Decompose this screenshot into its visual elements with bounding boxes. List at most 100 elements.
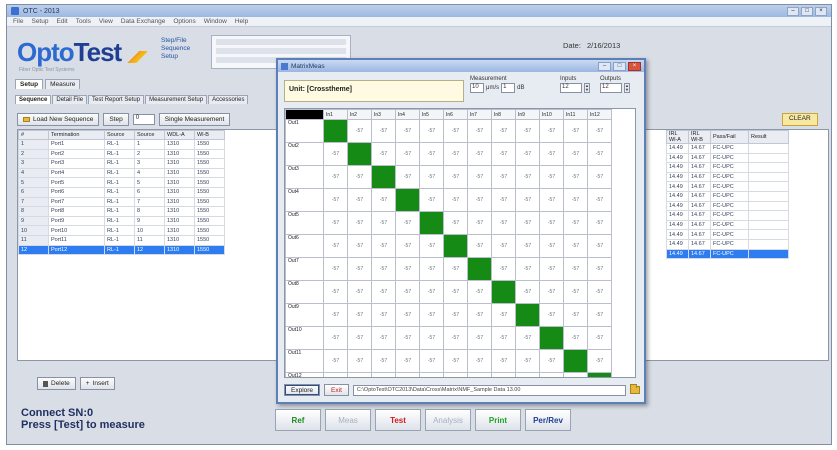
column-header[interactable]: IRL Wl-B [688,130,711,144]
matrix-cell[interactable]: -57 [539,257,564,281]
matrix-cell[interactable]: -57 [323,188,348,212]
matrix-cell[interactable]: -57 [587,280,612,304]
matrix-cell[interactable]: -57 [515,280,540,304]
matrix-cell[interactable]: -57 [419,257,444,281]
matrix-cell[interactable]: -57 [515,372,540,377]
table-row[interactable]: 9 Port9 RL-1 9 1310 1550 [18,215,225,227]
matrix-cell[interactable]: -57 [443,165,468,189]
matrix-cell[interactable]: -57 [347,372,372,377]
matrix-cell[interactable]: -57 [443,349,468,373]
table-row[interactable]: 7 Port7 RL-1 7 1310 1550 [18,196,225,208]
matrix-cell[interactable]: -57 [587,142,612,166]
matrix-cell[interactable]: -57 [515,165,540,189]
table-row[interactable]: 5 Port5 RL-1 5 1310 1550 [18,177,225,188]
matrix-cell[interactable]: -57 [371,349,396,373]
matrix-cell[interactable]: -57 [587,119,612,143]
matrix-cell[interactable]: -57 [323,326,348,350]
matrix-cell[interactable]: -57 [587,349,612,373]
dialog-close-icon[interactable]: × [628,61,641,71]
matrix-cell[interactable]: -57 [443,119,468,143]
matrix-cell[interactable]: -57 [467,188,492,212]
matrix-cell[interactable]: -57 [539,372,564,377]
matrix-cell[interactable]: -57 [491,326,516,350]
close-icon[interactable]: × [815,6,827,16]
matrix-diagonal-cell[interactable] [395,188,420,212]
menu-item-window[interactable]: Window [204,18,227,25]
matrix-cell[interactable]: -57 [419,326,444,350]
matrix-cell[interactable]: -57 [371,119,396,143]
matrix-cell[interactable]: -57 [515,211,540,235]
header-link-stepfile[interactable]: Step/File [161,37,190,45]
table-row[interactable]: 6 Port6 RL-1 6 1310 1550 [18,186,225,198]
matrix-cell[interactable]: -57 [515,119,540,143]
table-row[interactable]: 14.49 14.67 FC-UPC [666,219,789,231]
matrix-cell[interactable]: -57 [491,257,516,281]
matrix-cell[interactable]: -57 [419,119,444,143]
matrix-cell[interactable]: -57 [443,142,468,166]
inputs-spinner-icon[interactable]: ▲ ▼ [584,83,590,93]
matrix-cell[interactable]: -57 [539,349,564,373]
matrix-cell[interactable]: -57 [443,280,468,304]
matrix-cell[interactable]: -57 [563,211,588,235]
subtab-measurement-setup[interactable]: Measurement Setup [145,95,208,104]
matrix-cell[interactable]: -57 [371,188,396,212]
inputs-count-input[interactable]: 12 [560,83,582,93]
matrix-cell[interactable]: -57 [395,372,420,377]
matrix-cell[interactable]: -57 [395,280,420,304]
matrix-cell[interactable]: -57 [467,165,492,189]
matrix-cell[interactable]: -57 [491,211,516,235]
menu-item-file[interactable]: File [13,18,23,25]
matrix-cell[interactable]: -57 [563,257,588,281]
matrix-cell[interactable]: -57 [491,119,516,143]
header-link-sequence[interactable]: Sequence [161,45,190,53]
menu-item-view[interactable]: View [99,18,113,25]
clear-button[interactable]: CLEAR [782,113,818,126]
subtab-accessories[interactable]: Accessories [208,95,249,104]
matrix-cell[interactable]: -57 [563,303,588,327]
matrix-cell[interactable]: -57 [491,303,516,327]
matrix-cell[interactable]: -57 [323,142,348,166]
matrix-cell[interactable]: -57 [395,303,420,327]
matrix-cell[interactable]: -57 [539,165,564,189]
matrix-diagonal-cell[interactable] [443,234,468,258]
dialog-minimize-icon[interactable]: – [598,61,611,71]
outputs-count-input[interactable]: 12 [600,83,622,93]
table-row[interactable]: 14.49 14.67 FC-UPC [666,210,789,221]
header-link-setup[interactable]: Setup [161,53,190,61]
matrix-cell[interactable]: -57 [347,165,372,189]
matrix-cell[interactable]: -57 [371,372,396,377]
matrix-cell[interactable]: -57 [491,234,516,258]
matrix-cell[interactable]: -57 [539,142,564,166]
matrix-cell[interactable]: -57 [395,234,420,258]
column-header[interactable]: Source [104,130,135,140]
matrix-cell[interactable]: -57 [563,142,588,166]
table-row[interactable]: 1 Port1 RL-1 1 1310 1550 [18,139,225,150]
matrix-cell[interactable]: -57 [395,165,420,189]
matrix-cell[interactable]: -57 [347,326,372,350]
matrix-cell[interactable]: -57 [563,372,588,377]
insert-row-button[interactable]: + Insert [79,377,115,390]
dialog-maximize-icon[interactable]: □ [613,61,626,71]
matrix-cell[interactable]: -57 [395,257,420,281]
matrix-cell[interactable]: -57 [539,119,564,143]
matrix-cell[interactable]: -57 [395,211,420,235]
matrix-cell[interactable]: -57 [371,326,396,350]
matrix-cell[interactable]: -57 [371,142,396,166]
table-row[interactable]: 14.49 14.67 FC-UPC [666,190,789,202]
matrix-cell[interactable]: -57 [587,303,612,327]
matrix-cell[interactable]: -57 [467,142,492,166]
table-row[interactable]: 3 Port3 RL-1 3 1310 1550 [18,158,225,169]
matrix-cell[interactable]: -57 [347,188,372,212]
tab-measure[interactable]: Measure [45,79,81,89]
matrix-cell[interactable]: -57 [539,303,564,327]
table-row[interactable]: 4 Port4 RL-1 4 1310 1550 [18,167,225,179]
matrix-cell[interactable]: -57 [347,234,372,258]
browse-folder-icon[interactable] [630,384,640,394]
matrix-diagonal-cell[interactable] [467,257,492,281]
analysis-button[interactable]: Analysis [425,409,471,431]
column-header[interactable]: # [18,130,49,140]
matrix-cell[interactable]: -57 [587,165,612,189]
matrix-cell[interactable]: -57 [515,142,540,166]
subtab-test-report-setup[interactable]: Test Report Setup [88,95,145,104]
table-row[interactable]: 14.49 14.67 FC-UPC [666,143,789,154]
